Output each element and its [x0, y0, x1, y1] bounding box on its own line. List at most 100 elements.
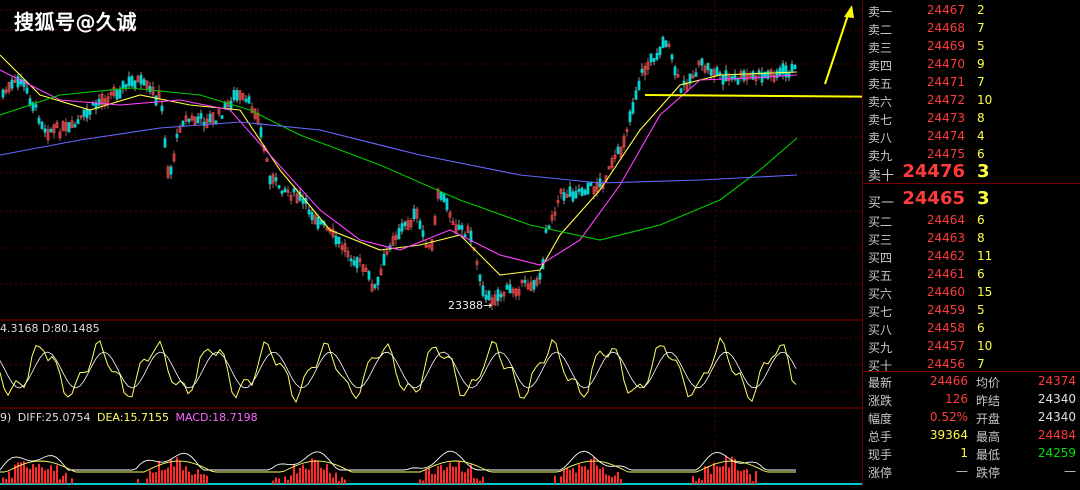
candle	[181, 120, 185, 127]
bid-level-row[interactable]: 买九 24457 10	[863, 338, 1080, 356]
level-label: 卖二	[868, 23, 893, 37]
quote-stat: 开盘 24340	[976, 410, 1076, 428]
level-label: 买七	[868, 305, 893, 319]
macd-bar	[50, 465, 52, 484]
bid-level-row[interactable]: 买二 24464 6	[863, 212, 1080, 230]
bid-level-row[interactable]: 买八 24458 6	[863, 320, 1080, 338]
ask-level-row[interactable]: 卖一 24467 2	[863, 2, 1080, 20]
quote-stat: 总手 39364	[868, 428, 968, 446]
candle	[397, 228, 401, 240]
candle	[457, 224, 461, 230]
candle	[664, 40, 668, 48]
level-price: 24468	[926, 21, 965, 35]
stats-divider	[863, 371, 1080, 372]
level-price: 24473	[926, 111, 965, 125]
candle	[532, 280, 536, 290]
ma120-line	[0, 121, 798, 184]
bid-level-row[interactable]: 买七 24459 5	[863, 302, 1080, 320]
candle	[637, 80, 641, 91]
stat-label: 总手	[868, 430, 893, 444]
bid-level-row[interactable]: 买一 24465 3	[863, 188, 1080, 211]
ask-level-row[interactable]: 卖五 24471 7	[863, 74, 1080, 92]
macd-bar	[194, 474, 196, 484]
level-price: 24476	[902, 161, 965, 182]
level-label: 卖八	[868, 131, 893, 145]
candle	[694, 72, 698, 77]
candle	[670, 54, 674, 60]
candle	[148, 86, 152, 92]
level-volume: 7	[977, 357, 985, 371]
bid-level-row[interactable]: 买五 24461 6	[863, 266, 1080, 284]
macd-bar	[29, 468, 31, 484]
candle	[85, 108, 89, 119]
macd-value: MACD:18.7198	[175, 411, 258, 424]
candle	[616, 146, 620, 154]
candle	[742, 70, 746, 81]
macd-bar	[563, 469, 565, 484]
macd-bar	[137, 478, 139, 484]
candle	[505, 284, 509, 290]
level-volume: 6	[977, 147, 985, 161]
candle	[355, 257, 359, 269]
candle	[34, 104, 38, 108]
kline-chart-area[interactable]: 搜狐号@久诚 23388→ 4.3168 D:80.1485 9) DIFF:2…	[0, 0, 921, 486]
level-price: 24474	[926, 129, 965, 143]
stat-value: 24374	[1037, 374, 1076, 388]
macd-bar	[713, 462, 715, 484]
macd-bar	[59, 479, 61, 484]
macd-bar	[428, 468, 430, 484]
macd-bar	[614, 475, 616, 484]
bid-level-row[interactable]: 买三 24463 8	[863, 230, 1080, 248]
macd-bar	[56, 465, 58, 484]
quote-stat: 最新 24466	[868, 374, 968, 392]
level-label: 卖七	[868, 113, 893, 127]
watermark: 搜狐号@久诚	[14, 10, 137, 34]
bid-level-row[interactable]: 买四 24462 11	[863, 248, 1080, 266]
candle	[97, 98, 101, 106]
macd-bar	[299, 467, 301, 484]
ask-level-row[interactable]: 卖二 24468 7	[863, 20, 1080, 38]
ask-level-row[interactable]: 卖六 24472 10	[863, 92, 1080, 110]
candle	[115, 90, 119, 100]
macd-bar	[155, 472, 157, 484]
level-price: 24462	[926, 249, 965, 263]
macd-bar	[566, 468, 568, 484]
macd-bar	[164, 469, 166, 484]
level-price: 24475	[926, 147, 965, 161]
candle	[367, 271, 371, 280]
macd-bar	[44, 470, 46, 484]
macd-bar	[419, 479, 421, 484]
trend-arrow-up	[824, 14, 849, 85]
candle	[220, 115, 224, 119]
macd-bar	[464, 472, 466, 484]
ma10-line	[0, 54, 798, 276]
ask-level-row[interactable]: 卖七 24473 8	[863, 110, 1080, 128]
macd-bar	[35, 467, 37, 484]
ask-level-row[interactable]: 卖四 24470 9	[863, 56, 1080, 74]
macd-bar	[596, 465, 598, 484]
ask-level-row[interactable]: 卖八 24474 4	[863, 128, 1080, 146]
stat-label: 昨结	[976, 394, 1001, 408]
ask-level-row[interactable]: 卖十 24476 3	[863, 161, 1080, 184]
ask-level-row[interactable]: 卖三 24469 5	[863, 38, 1080, 56]
level-price: 24457	[926, 339, 965, 353]
candle	[133, 80, 137, 89]
macd-bar	[620, 478, 622, 484]
macd-bar	[458, 461, 460, 484]
level-volume: 11	[977, 249, 993, 263]
candle	[649, 53, 653, 63]
macd-bar	[65, 472, 67, 484]
candle	[544, 229, 548, 233]
ma60-line	[0, 87, 798, 241]
level-volume: 10	[977, 93, 993, 107]
level-volume: 6	[977, 267, 985, 281]
bid-level-row[interactable]: 买六 24460 15	[863, 284, 1080, 302]
macd-bar	[191, 474, 193, 484]
candle	[583, 189, 587, 196]
macd-bar	[305, 468, 307, 484]
candle	[88, 109, 92, 115]
candle	[187, 118, 191, 123]
candle	[640, 68, 644, 73]
candle	[577, 188, 581, 192]
candle	[118, 89, 122, 99]
